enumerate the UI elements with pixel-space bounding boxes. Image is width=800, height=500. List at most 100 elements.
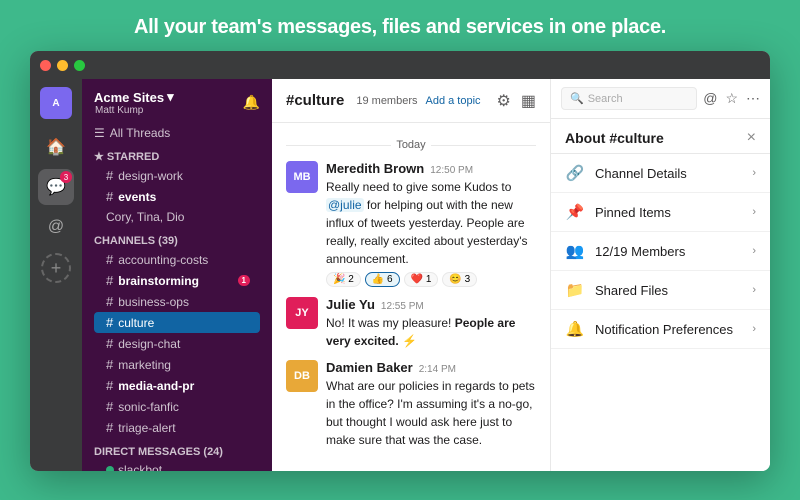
reaction-thumbs[interactable]: 👍 6 [365, 272, 400, 287]
panel-item-channel-details[interactable]: 🔗 Channel Details › [551, 154, 770, 193]
add-workspace-button[interactable]: + [41, 253, 71, 283]
icon-bar-item-mentions[interactable]: @ [38, 209, 74, 245]
minimize-dot[interactable] [57, 60, 68, 71]
sidebar-item-culture[interactable]: # culture [94, 312, 260, 333]
channels-label: CHANNELS (39) [94, 235, 260, 247]
notification-prefs-icon: 🔔 [565, 320, 585, 338]
messages-badge: 3 [60, 171, 72, 183]
notification-prefs-arrow-icon: › [752, 323, 756, 335]
titlebar [30, 51, 770, 79]
right-panel-icons: @ ☆ ⋯ [703, 90, 760, 107]
author-meredith: Meredith Brown [326, 161, 424, 176]
sidebar-item-starred-members[interactable]: Cory, Tina, Dio [94, 207, 260, 227]
all-threads-item[interactable]: ☰ All Threads [82, 122, 272, 144]
hero-text: All your team's messages, files and serv… [0, 0, 800, 51]
notification-bell-icon[interactable]: 🔔 [243, 94, 260, 111]
close-dot[interactable] [40, 60, 51, 71]
text-julie: No! It was my pleasure! People are very … [326, 314, 536, 350]
panel-item-shared-files[interactable]: 📁 Shared Files › [551, 271, 770, 310]
sidebar-item-design-work[interactable]: # design-work [94, 165, 260, 186]
channel-details-arrow-icon: › [752, 167, 756, 179]
notification-prefs-label: Notification Preferences [595, 322, 742, 337]
channel-details-label: Channel Details [595, 166, 742, 181]
shared-files-icon: 📁 [565, 281, 585, 299]
message-header-julie: Julie Yu 12:55 PM [326, 297, 536, 312]
chat-channel-name: #culture [286, 92, 344, 109]
mention-julie: @julie [326, 198, 364, 212]
dm-label: DIRECT MESSAGES (24) [94, 446, 260, 458]
add-topic-link[interactable]: Add a topic [426, 95, 481, 107]
panel-item-pinned-items[interactable]: 📌 Pinned Items › [551, 193, 770, 232]
pinned-items-arrow-icon: › [752, 206, 756, 218]
sidebar-item-design-chat[interactable]: # design-chat [94, 333, 260, 354]
sidebar-item-events[interactable]: # events [94, 186, 260, 207]
right-panel-title: About #culture [565, 130, 664, 146]
workspace-avatar[interactable]: A [40, 87, 72, 119]
settings-icon[interactable]: ⚙ [497, 91, 511, 111]
avatar-damien1: DB [286, 360, 318, 392]
sidebar-item-media-and-pr[interactable]: # media-and-pr [94, 375, 260, 396]
main-chat: #culture 19 members Add a topic ⚙ ▦ Toda… [272, 79, 550, 471]
author-julie: Julie Yu [326, 297, 375, 312]
sidebar-item-triage-alert[interactable]: # triage-alert [94, 417, 260, 438]
members-label: 12/19 Members [595, 244, 742, 259]
chat-header-right: ⚙ ▦ [497, 91, 536, 111]
message-damien1: DB Damien Baker 2:14 PM What are our pol… [286, 360, 536, 471]
workspace-name[interactable]: Acme Sites ▾ [94, 89, 174, 105]
app-window: A 🏠 💬 3 @ + Acme Sites ▾ Matt Kump 🔔 [30, 51, 770, 471]
message-header-damien1: Damien Baker 2:14 PM [326, 360, 536, 375]
avatar-julie: JY [286, 297, 318, 329]
search-input-wrap[interactable]: 🔍 Search [561, 87, 697, 110]
close-panel-button[interactable]: × [747, 129, 756, 147]
reactions-meredith: 🎉 2 👍 6 ❤️ 1 😊 3 [326, 272, 536, 287]
starred-label: ★ STARRED [94, 150, 260, 163]
star-icon[interactable]: ☆ [725, 90, 738, 107]
chat-messages: Today MB Meredith Brown 12:50 PM Really … [272, 123, 550, 471]
icon-bar: A 🏠 💬 3 @ + [30, 79, 82, 471]
members-icon: 👥 [565, 242, 585, 260]
sidebar-header: Acme Sites ▾ Matt Kump 🔔 [82, 79, 272, 122]
sidebar-item-marketing[interactable]: # marketing [94, 354, 260, 375]
brainstorming-badge: 1 [238, 275, 250, 286]
message-body-damien1: Damien Baker 2:14 PM What are our polici… [326, 360, 536, 471]
more-icon[interactable]: ⋯ [746, 90, 760, 107]
panel-item-members[interactable]: 👥 12/19 Members › [551, 232, 770, 271]
search-placeholder: Search [588, 93, 623, 105]
icon-bar-item-messages[interactable]: 💬 3 [38, 169, 74, 205]
sidebar-dm-slackbot[interactable]: slackbot [94, 460, 260, 471]
icon-bar-item-home[interactable]: 🏠 [38, 129, 74, 165]
chat-header: #culture 19 members Add a topic ⚙ ▦ [272, 79, 550, 123]
pinned-items-label: Pinned Items [595, 205, 742, 220]
at-icon[interactable]: @ [703, 90, 717, 107]
date-divider: Today [286, 139, 536, 151]
sidebar-item-accounting-costs[interactable]: # accounting-costs [94, 249, 260, 270]
channels-section: CHANNELS (39) # accounting-costs # brain… [82, 229, 272, 440]
layout-icon[interactable]: ▦ [521, 91, 536, 111]
sidebar-item-sonic-fanfic[interactable]: # sonic-fanfic [94, 396, 260, 417]
starred-section: ★ STARRED # design-work # events Cory, T… [82, 144, 272, 229]
reaction-smile[interactable]: 😊 3 [442, 272, 477, 287]
avatar-meredith: MB [286, 161, 318, 193]
right-panel-header: About #culture × [551, 119, 770, 154]
author-damien1: Damien Baker [326, 360, 413, 375]
maximize-dot[interactable] [74, 60, 85, 71]
online-dot-slackbot [106, 466, 114, 471]
sidebar: Acme Sites ▾ Matt Kump 🔔 ☰ All Threads ★… [82, 79, 272, 471]
sidebar-user: Matt Kump [94, 105, 174, 116]
right-panel: 🔍 Search @ ☆ ⋯ About #culture × 🔗 Channe… [550, 79, 770, 471]
channel-details-icon: 🔗 [565, 164, 585, 182]
message-meredith: MB Meredith Brown 12:50 PM Really need t… [286, 161, 536, 287]
time-julie: 12:55 PM [381, 301, 424, 312]
pinned-items-icon: 📌 [565, 203, 585, 221]
shared-files-arrow-icon: › [752, 284, 756, 296]
members-arrow-icon: › [752, 245, 756, 257]
search-icon: 🔍 [570, 92, 584, 105]
reaction-party[interactable]: 🎉 2 [326, 272, 361, 287]
reaction-heart[interactable]: ❤️ 1 [404, 272, 439, 287]
sidebar-item-business-ops[interactable]: # business-ops [94, 291, 260, 312]
sidebar-item-brainstorming[interactable]: # brainstorming 1 [94, 270, 260, 291]
panel-item-notification-prefs[interactable]: 🔔 Notification Preferences › [551, 310, 770, 349]
app-body: A 🏠 💬 3 @ + Acme Sites ▾ Matt Kump 🔔 [30, 79, 770, 471]
chat-members-count: 19 members [356, 95, 417, 107]
message-body-julie: Julie Yu 12:55 PM No! It was my pleasure… [326, 297, 536, 350]
